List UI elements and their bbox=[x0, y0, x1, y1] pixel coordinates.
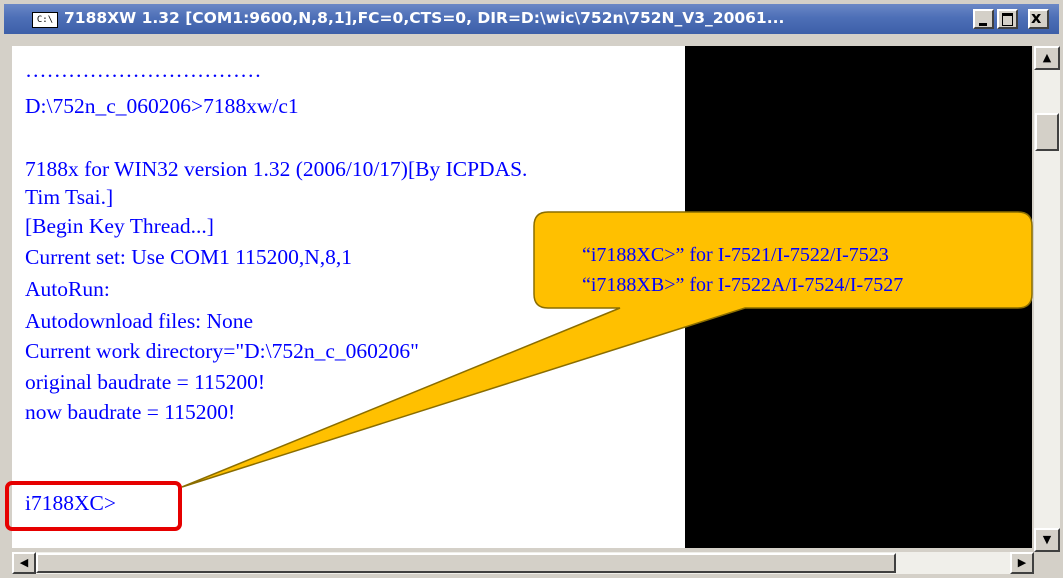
scroll-left-button[interactable]: ◀ bbox=[12, 552, 36, 574]
vertical-scroll-thumb[interactable] bbox=[1035, 113, 1059, 151]
down-arrow-icon: ▼ bbox=[1042, 533, 1052, 546]
callout-bubble bbox=[181, 211, 1033, 488]
left-arrow-icon: ◀ bbox=[19, 556, 29, 569]
scroll-down-button[interactable]: ▼ bbox=[1034, 528, 1060, 552]
scroll-right-button[interactable]: ▶ bbox=[1010, 552, 1034, 574]
resize-grip[interactable] bbox=[1034, 552, 1060, 574]
callout-line-1: “i7188XC>” for I-7521/I-7522/I-7523 bbox=[582, 244, 889, 266]
right-arrow-icon: ▶ bbox=[1017, 556, 1027, 569]
scroll-up-button[interactable]: ▲ bbox=[1034, 46, 1060, 70]
up-arrow-icon: ▲ bbox=[1042, 51, 1052, 64]
callout-line-2: “i7188XB>” for I-7522A/I-7524/I-7527 bbox=[582, 274, 904, 296]
console-window: C:\ 7188XW 1.32 [COM1:9600,N,8,1],FC=0,C… bbox=[0, 0, 1063, 578]
horizontal-scroll-thumb[interactable] bbox=[36, 553, 896, 573]
